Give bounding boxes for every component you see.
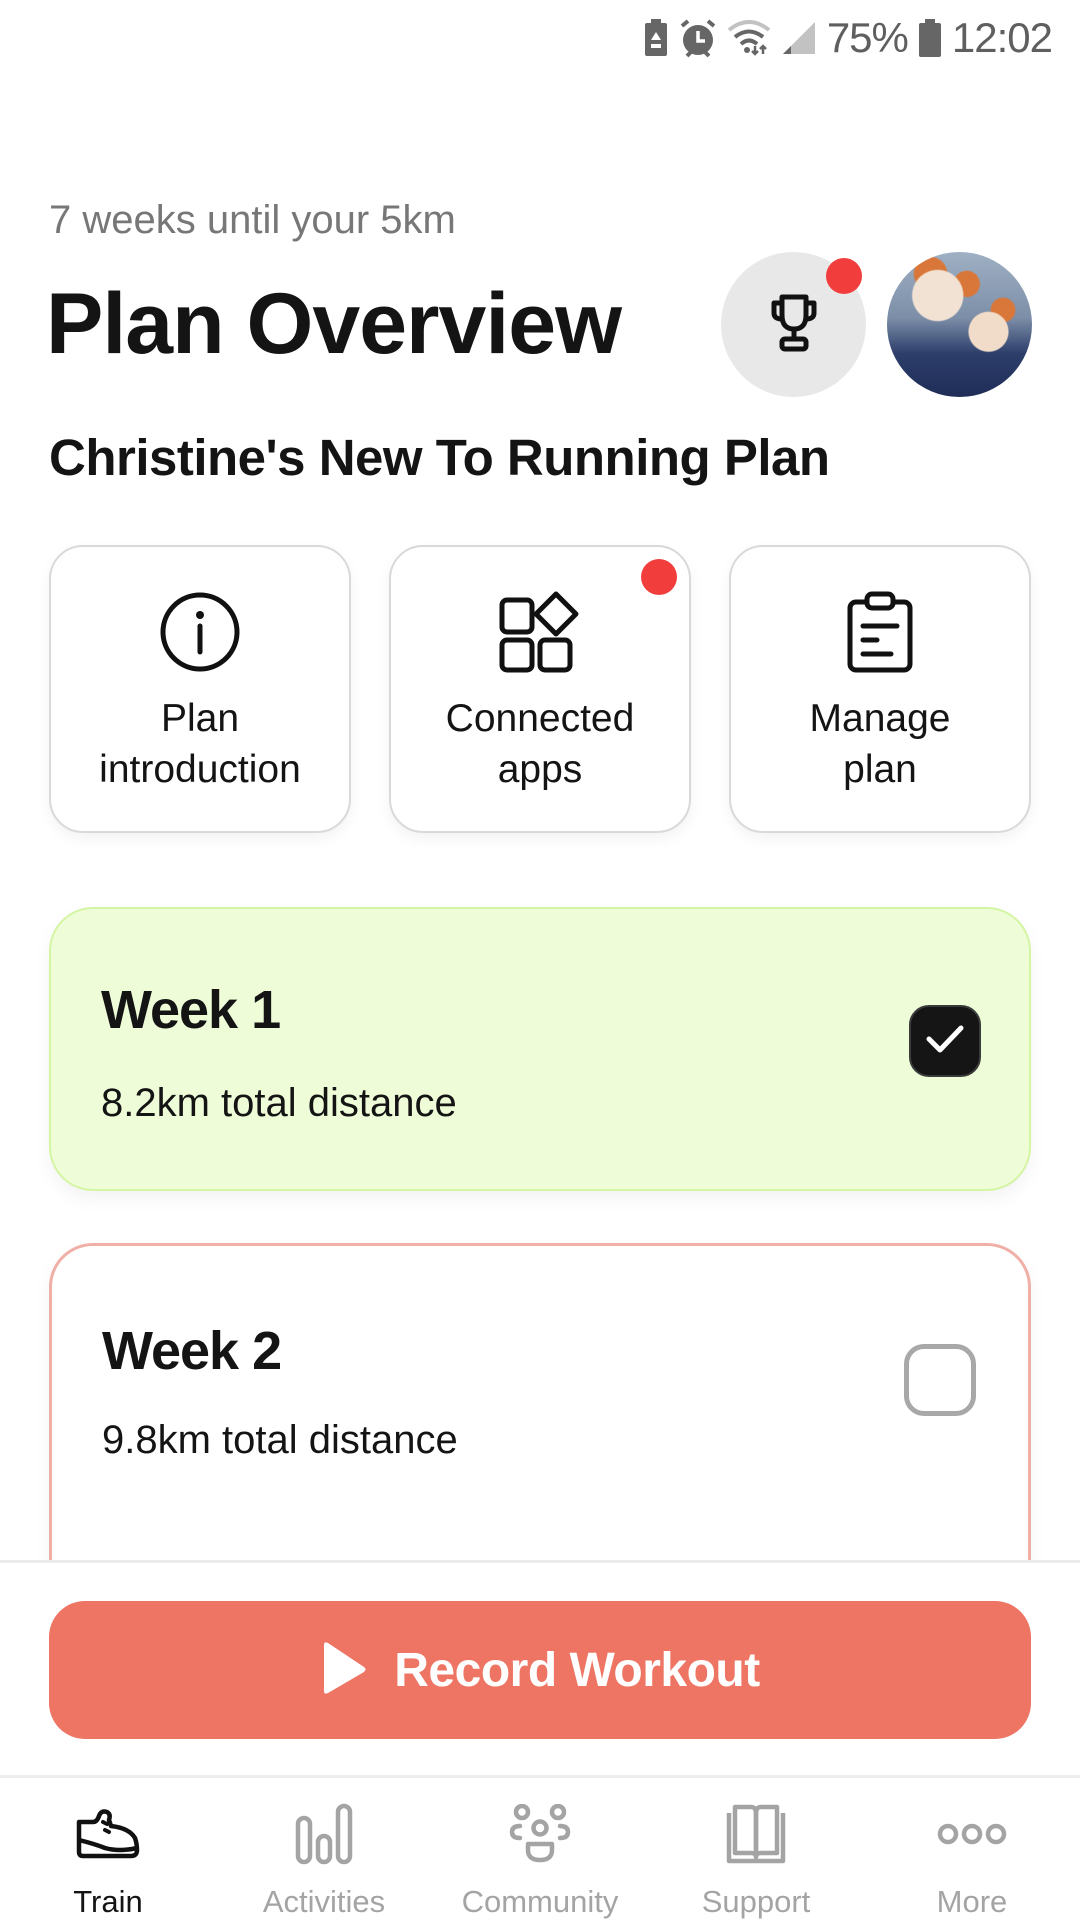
tile-label: Plan introduction	[99, 697, 301, 791]
week-complete-checkbox[interactable]	[909, 1005, 981, 1077]
week-distance: 9.8km total distance	[102, 1418, 458, 1462]
bottom-nav: Train Activities Community Support More	[0, 1775, 1080, 1920]
tile-label: Connected apps	[445, 697, 635, 791]
community-icon	[508, 1798, 572, 1870]
wifi-icon	[727, 20, 771, 56]
week-title: Week 1	[101, 980, 281, 1040]
bar-chart-icon	[294, 1798, 354, 1870]
more-icon	[937, 1798, 1007, 1870]
nav-label: Community	[461, 1884, 619, 1919]
notification-dot	[826, 258, 862, 294]
info-icon	[157, 589, 243, 675]
weeks-until-goal: 7 weeks until your 5km	[49, 198, 456, 242]
status-bar: 75% 12:02	[0, 0, 1080, 76]
shoe-icon	[75, 1798, 141, 1870]
nav-train[interactable]: Train	[0, 1778, 216, 1920]
signal-icon	[781, 20, 817, 56]
page-title: Plan Overview	[46, 276, 622, 372]
week-distance: 8.2km total distance	[101, 1081, 457, 1125]
apps-icon	[497, 589, 583, 675]
plan-name: Christine's New To Running Plan	[49, 429, 830, 486]
clock: 12:02	[951, 14, 1053, 61]
achievements-button[interactable]	[721, 252, 866, 397]
record-workout-label: Record Workout	[394, 1643, 760, 1697]
nav-label: Train	[73, 1884, 143, 1919]
nav-label: Activities	[262, 1884, 386, 1919]
week-title: Week 2	[102, 1321, 282, 1381]
plan-introduction-tile[interactable]: Plan introduction	[49, 545, 351, 833]
nav-community[interactable]: Community	[432, 1778, 648, 1920]
book-icon	[725, 1798, 787, 1870]
nav-support[interactable]: Support	[648, 1778, 864, 1920]
connected-apps-tile[interactable]: Connected apps	[389, 545, 691, 833]
week-complete-checkbox[interactable]	[904, 1344, 976, 1416]
avatar[interactable]	[887, 252, 1032, 397]
notification-dot	[641, 559, 677, 595]
week-card[interactable]: Week 1 8.2km total distance	[49, 907, 1031, 1191]
nav-label: More	[936, 1884, 1008, 1919]
trophy-icon	[766, 291, 822, 358]
bottom-panel: Record Workout Train Activities Communit…	[0, 1560, 1080, 1920]
battery-percent: 75%	[826, 14, 909, 61]
alarm-icon	[679, 18, 717, 58]
nav-more[interactable]: More	[864, 1778, 1080, 1920]
tile-label: Manage plan	[809, 697, 951, 791]
battery-saver-icon	[643, 18, 669, 58]
play-icon	[320, 1641, 368, 1700]
status-icons: 75% 12:02	[643, 10, 1053, 66]
manage-plan-tile[interactable]: Manage plan	[729, 545, 1031, 833]
plan-actions: Plan introduction Connected apps Manage …	[49, 545, 1031, 833]
record-workout-button[interactable]: Record Workout	[49, 1601, 1031, 1739]
checkmark-icon	[925, 1023, 965, 1060]
clipboard-icon	[837, 589, 923, 675]
nav-label: Support	[701, 1884, 811, 1919]
nav-activities[interactable]: Activities	[216, 1778, 432, 1920]
battery-icon	[918, 18, 942, 58]
